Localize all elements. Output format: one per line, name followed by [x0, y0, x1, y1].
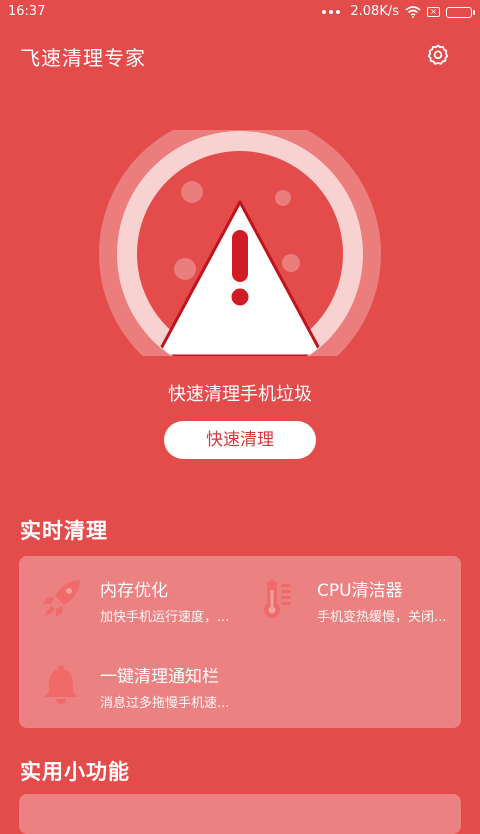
- item-desc: 手机变热缓慢，关闭...: [317, 610, 447, 625]
- status-time: 16:37: [8, 4, 46, 19]
- item-title: 内存优化: [100, 581, 168, 601]
- tools-section-title: 实用小功能: [20, 760, 130, 784]
- memory-optimize-item[interactable]: 内存优化 加快手机运行速度，...: [40, 576, 240, 626]
- item-title: CPU清洁器: [317, 581, 403, 601]
- rocket-icon: [43, 580, 80, 617]
- item-desc: 加快手机运行速度，...: [100, 610, 230, 625]
- thermometer-icon: [264, 580, 291, 618]
- cpu-cleaner-item[interactable]: CPU清洁器 手机变热缓慢，关闭...: [257, 576, 457, 626]
- battery-icon: [446, 6, 475, 18]
- quick-clean-button[interactable]: 快速清理: [164, 421, 316, 459]
- bell-icon: [44, 665, 78, 704]
- item-title: 一键清理通知栏: [100, 667, 219, 687]
- item-desc: 消息过多拖慢手机速...: [100, 696, 230, 711]
- cleanup-hint: 快速清理手机垃圾: [168, 384, 312, 405]
- junk-status-gauge: [99, 130, 381, 412]
- notification-dots-icon: [322, 10, 341, 14]
- settings-gear-icon[interactable]: [426, 43, 450, 67]
- no-sim-icon: ×: [427, 7, 440, 17]
- wifi-icon: [405, 6, 421, 18]
- status-bar: 16:37 2.08K/s ×: [0, 0, 480, 24]
- realtime-card: 内存优化 加快手机运行速度，... CPU清洁器 手机变热缓慢，关闭... 一键…: [19, 556, 461, 728]
- realtime-section-title: 实时清理: [20, 519, 108, 543]
- tools-card: [19, 794, 461, 834]
- notification-clean-item[interactable]: 一键清理通知栏 消息过多拖慢手机速...: [40, 662, 260, 712]
- status-indicators: 2.08K/s ×: [322, 0, 475, 24]
- app-title: 飞速清理专家: [20, 46, 146, 70]
- network-speed: 2.08K/s: [350, 4, 399, 19]
